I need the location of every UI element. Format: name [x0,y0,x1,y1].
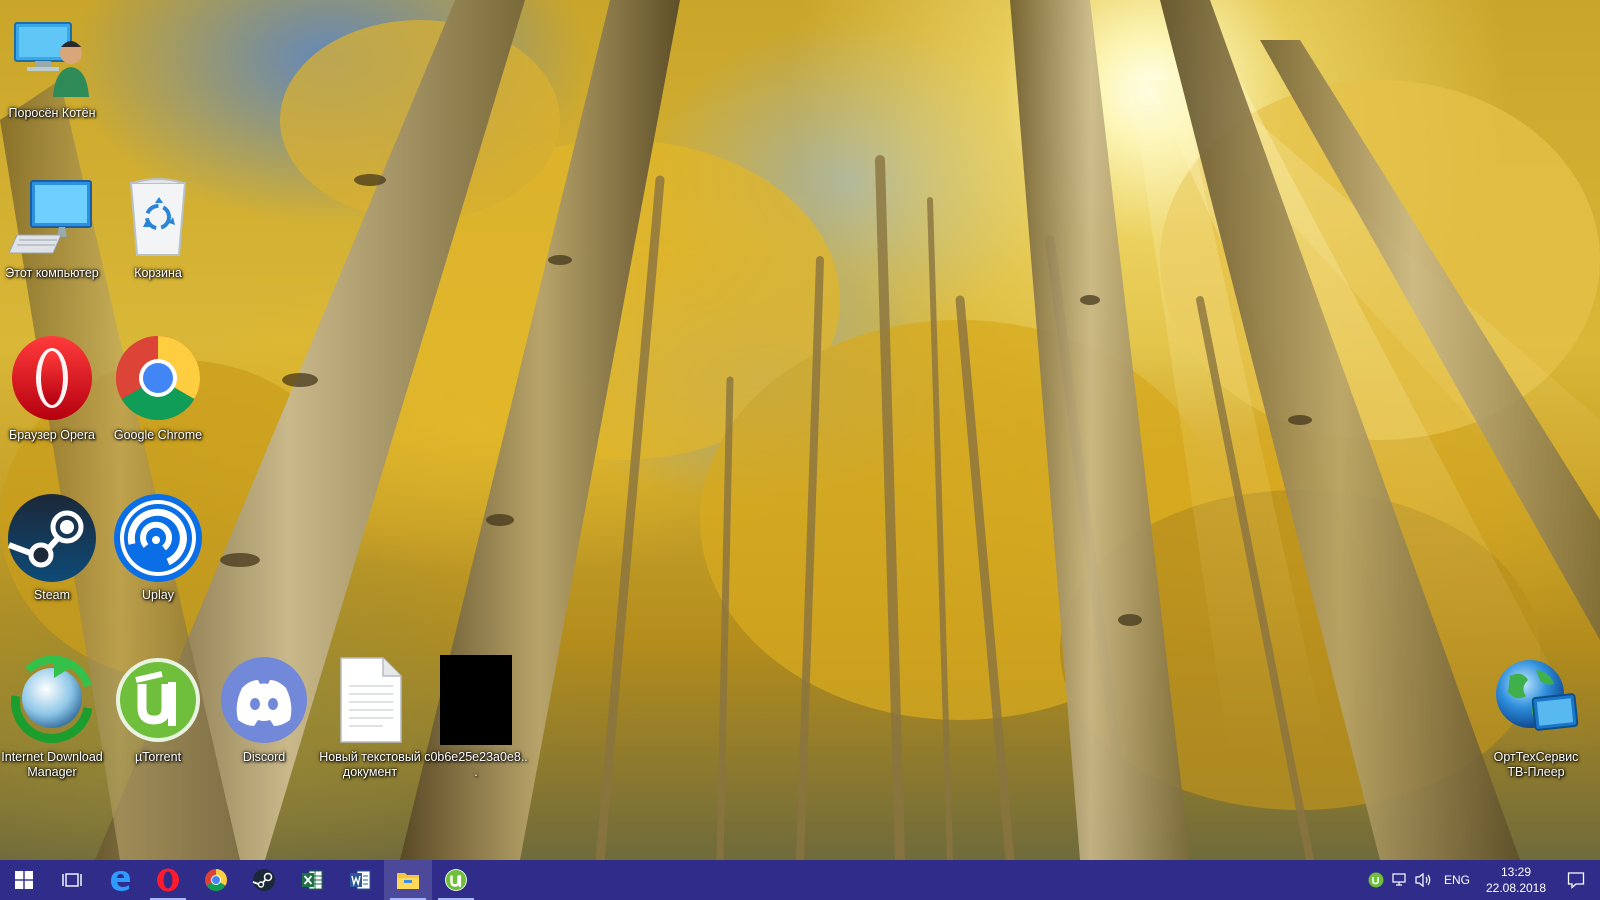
start-button[interactable] [0,860,48,900]
recycle-bin-icon [112,170,204,262]
desktop-icon-uplay[interactable]: Uplay [106,490,210,622]
desktop-icon-idm[interactable]: Internet Download Manager [0,652,104,784]
word-icon [350,870,371,890]
taskbar-word[interactable] [336,860,384,900]
desktop-icon-label: Steam [33,588,71,602]
taskbar-opera[interactable] [144,860,192,900]
taskbar-edge[interactable] [96,860,144,900]
user-folder-icon [6,10,98,102]
notification-icon [1567,872,1585,889]
excel-icon [302,870,323,890]
clock-time: 13:29 [1500,865,1532,879]
taskbar-file-explorer[interactable] [384,860,432,900]
taskbar-chrome[interactable] [192,860,240,900]
desktop-icon-this-pc[interactable]: Этот компьютер [0,168,104,300]
input-language-indicator[interactable]: ENG [1436,873,1480,887]
taskbar-steam[interactable] [240,860,288,900]
network-icon [1392,873,1406,886]
desktop-icon-label: Uplay [142,588,174,602]
desktop-icon-label: Поросён Котён [8,106,96,120]
opera-icon [157,868,179,892]
desktop-icon-label: Корзина [134,266,182,280]
desktop-icon-recycle-bin[interactable]: Корзина [106,168,210,300]
text-file-icon [324,654,416,746]
tray-network[interactable] [1388,860,1412,900]
chrome-icon [112,332,204,424]
system-tray: ENG 13:29 22.08.2018 [1364,860,1600,900]
edge-icon [111,871,130,891]
desktop-icon-label: Google Chrome [113,428,203,442]
opera-icon [6,332,98,424]
taskbar: ENG 13:29 22.08.2018 [0,860,1600,900]
desktop-icon-orttech-tv-player[interactable]: ОртТехСервис ТВ-Плеер [1484,652,1588,784]
utorrent-icon [445,869,467,891]
desktop-icon-image-file[interactable]: c0b6e25e23a0e8... [424,652,528,784]
taskbar-excel[interactable] [288,860,336,900]
desktop-icon-label: Браузер Opera [9,428,95,442]
uplay-icon [112,492,204,584]
desktop-icon-label: Новый текстовый документ [319,750,421,779]
desktop-icon-label: Этот компьютер [5,266,99,280]
desktop-icon-label: Internet Download Manager [1,750,103,779]
image-thumbnail-icon [430,654,522,746]
desktop-icon-discord[interactable]: Discord [212,652,316,784]
desktop-icon-opera[interactable]: Браузер Opera [0,330,104,462]
taskbar-utorrent[interactable] [432,860,480,900]
globe-tv-icon [1490,654,1582,746]
action-center-button[interactable] [1552,860,1600,900]
steam-icon [6,492,98,584]
desktop-icon-label: Discord [242,750,286,764]
tray-volume[interactable] [1412,860,1436,900]
task-view-icon [62,873,82,887]
clock[interactable]: 13:29 22.08.2018 [1480,864,1552,896]
computer-icon [6,170,98,262]
desktop-icon-label: c0b6e25e23a0e8... [424,750,528,779]
tray-utorrent[interactable] [1364,860,1388,900]
desktop-icon-new-text-document[interactable]: Новый текстовый документ [318,652,422,784]
clock-date: 22.08.2018 [1485,881,1547,895]
desktop-icon-user[interactable]: Поросён Котён [0,8,104,140]
discord-icon [218,654,310,746]
desktop-icon-label: ОртТехСервис ТВ-Плеер [1493,750,1579,779]
utorrent-tray-icon [1368,872,1384,888]
folder-icon [397,873,419,889]
utorrent-icon [112,654,204,746]
speaker-icon [1415,872,1431,888]
steam-icon [252,869,275,891]
download-manager-icon [6,654,98,746]
desktop-icon-label: µTorrent [134,750,182,764]
windows-logo-icon [15,871,33,889]
desktop-icon-chrome[interactable]: Google Chrome [106,330,210,462]
task-view-button[interactable] [48,860,96,900]
desktop-icon-utorrent[interactable]: µTorrent [106,652,210,784]
desktop-icon-steam[interactable]: Steam [0,490,104,622]
chrome-icon [205,869,227,891]
